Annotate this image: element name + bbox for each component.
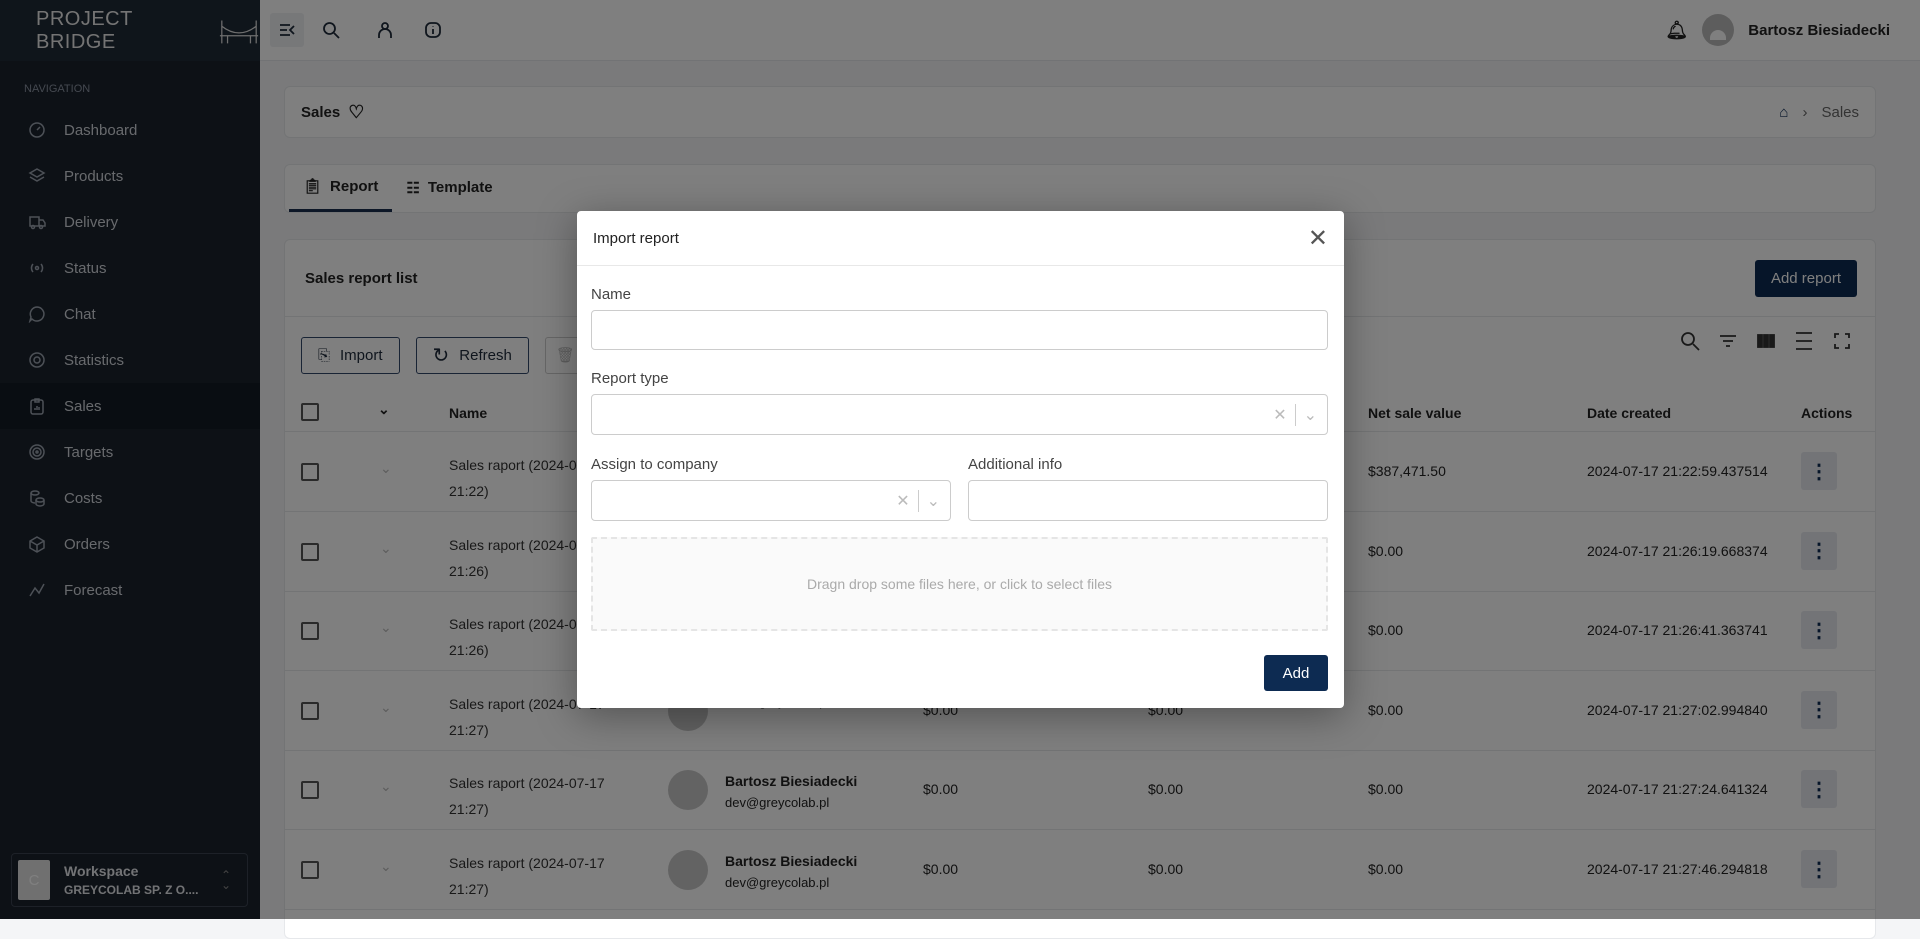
chevron-down-icon[interactable]: ⌄ (927, 491, 940, 511)
clear-icon[interactable]: ✕ (1273, 405, 1286, 425)
add-button[interactable]: Add (1264, 655, 1328, 691)
additional-info-label: Additional info (968, 456, 1063, 473)
report-type-label: Report type (591, 370, 669, 387)
chevron-down-icon[interactable]: ⌄ (1304, 405, 1317, 425)
import-report-modal: Import report ✕ Name Report type ✕ ⌄ Assig… (577, 211, 1344, 708)
company-label: Assign to company (591, 456, 718, 473)
close-icon[interactable]: ✕ (1308, 224, 1328, 253)
file-dropzone[interactable]: Dragn drop some files here, or click to … (591, 537, 1328, 631)
report-type-select[interactable]: ✕ ⌄ (591, 394, 1328, 435)
name-input[interactable] (591, 310, 1328, 350)
additional-info-input[interactable] (968, 480, 1328, 521)
company-select[interactable]: ✕ ⌄ (591, 480, 951, 521)
name-label: Name (591, 286, 632, 303)
modal-title: Import report (593, 229, 679, 247)
clear-icon[interactable]: ✕ (896, 491, 909, 511)
